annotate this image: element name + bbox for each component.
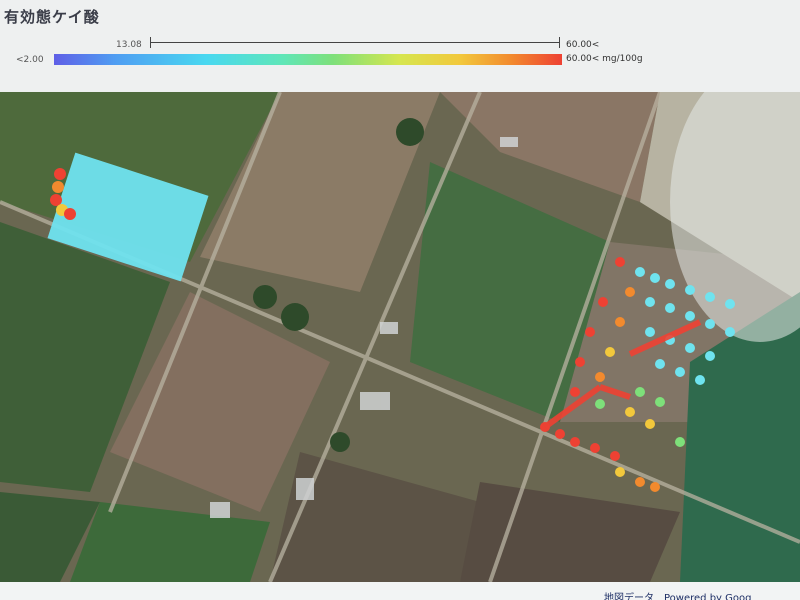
range-max-label: 60.00< (566, 40, 600, 50)
range-min-label: 13.08 (116, 40, 142, 50)
range-max-handle[interactable] (559, 37, 560, 48)
satellite-map[interactable] (0, 92, 800, 582)
header-panel: 有効態ケイ酸 13.08 60.00< <2.00 60.00< mg/100g (0, 0, 800, 92)
range-slider-track[interactable] (150, 42, 560, 43)
legend-low-label: <2.00 (16, 55, 44, 65)
legend-high-label: 60.00< mg/100g (566, 54, 643, 64)
map-attribution[interactable]: 地図データ Powered by Goog (604, 589, 751, 600)
page-title: 有効態ケイ酸 (4, 8, 100, 26)
legend-color-scale (54, 54, 562, 65)
